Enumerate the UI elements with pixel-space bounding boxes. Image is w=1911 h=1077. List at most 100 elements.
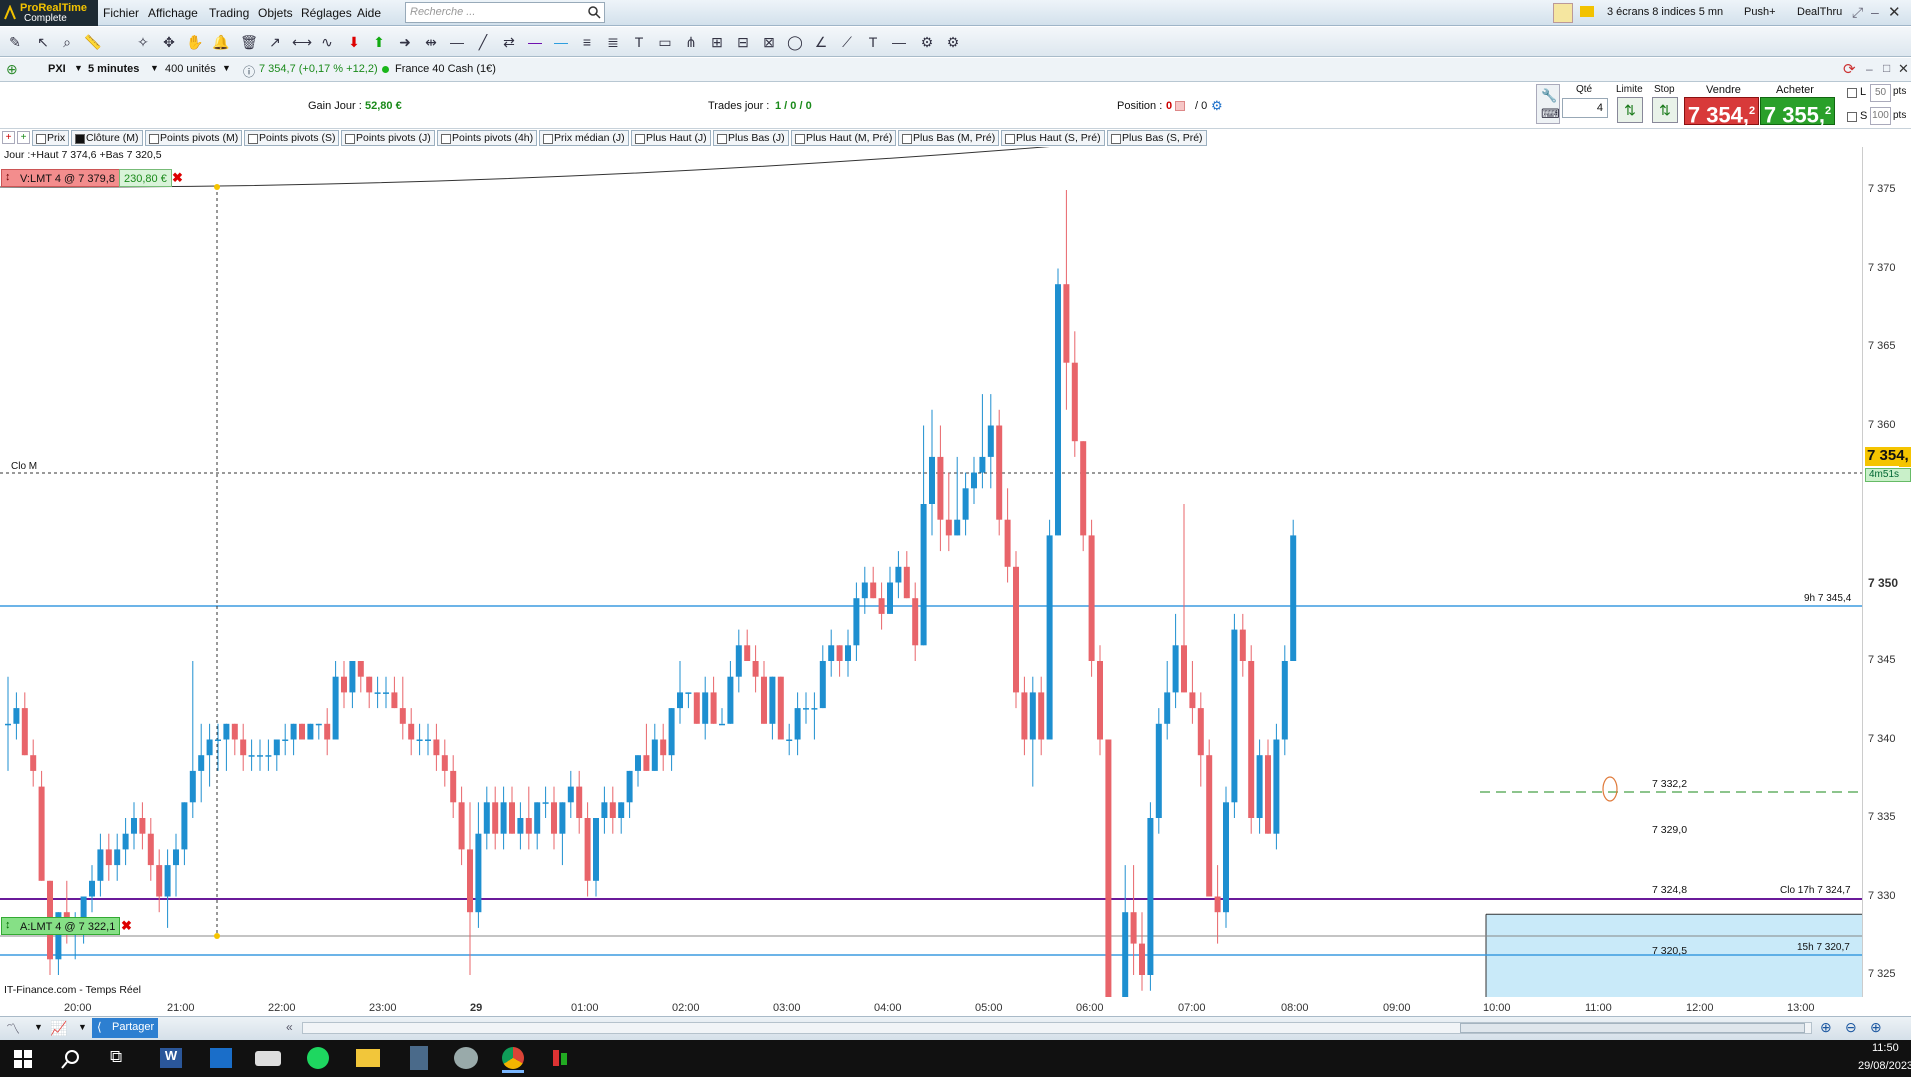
ellipse-icon[interactable]: ◯ — [786, 33, 804, 51]
price-chart[interactable] — [0, 147, 1862, 997]
indicator-icon[interactable]: 〽 — [6, 1019, 20, 1039]
drag-handle-icon[interactable]: ↕ — [5, 919, 11, 931]
l-checkbox[interactable] — [1847, 88, 1857, 98]
segment-icon[interactable]: ⟷ — [292, 33, 312, 51]
menu-reglages[interactable]: Réglages — [301, 6, 352, 20]
minimize-icon[interactable]: – — [1871, 4, 1879, 20]
taskbar-search-icon[interactable] — [61, 1049, 81, 1069]
angle-icon[interactable]: ∠ — [812, 33, 830, 51]
close-chart-icon[interactable]: ✕ — [1898, 61, 1909, 77]
cogs-icon[interactable]: ⚙ — [944, 33, 962, 51]
magic-wand-icon[interactable]: ✧ — [134, 33, 152, 51]
zoom-out-icon[interactable]: ⊖ — [1845, 1019, 1857, 1036]
purple-line-icon[interactable]: — — [526, 33, 544, 51]
position-settings-icon[interactable]: ⚙ — [1211, 98, 1223, 114]
cancel-sell-order-icon[interactable]: ✖ — [172, 170, 183, 186]
right-arrow-icon[interactable]: ➜ — [396, 33, 414, 51]
cancel-buy-order-icon[interactable]: ✖ — [121, 918, 132, 934]
indicator-toggle[interactable]: Plus Haut (S, Pré) — [1001, 130, 1105, 146]
move-icon[interactable]: ✥ — [160, 33, 178, 51]
share-button[interactable]: Partager — [92, 1018, 158, 1038]
s-input[interactable]: 100 — [1870, 107, 1891, 125]
qty-input[interactable]: 4 — [1562, 98, 1608, 118]
restore-icon[interactable]: ⤢ — [1852, 4, 1863, 21]
fib-icon[interactable]: ≡ — [578, 33, 596, 51]
text-icon[interactable]: T — [630, 33, 648, 51]
arrow-icon[interactable]: ↗ — [266, 33, 284, 51]
s-checkbox[interactable] — [1847, 112, 1857, 122]
settings-icon[interactable]: ⚙ — [918, 33, 936, 51]
pitchfork-icon[interactable]: ⋔ — [682, 33, 700, 51]
curve-icon[interactable]: ∿ — [318, 33, 336, 51]
search-icon[interactable] — [587, 5, 601, 19]
chevron-down-icon[interactable]: ▼ — [150, 63, 159, 73]
menu-objets[interactable]: Objets — [258, 6, 293, 20]
hand-icon[interactable]: ✋ — [186, 33, 204, 51]
text2-icon[interactable]: T — [864, 33, 882, 51]
cycle-icon[interactable]: ⊟ — [734, 33, 752, 51]
app-icon[interactable] — [454, 1047, 478, 1069]
search-input[interactable]: Recherche ... — [405, 2, 605, 23]
limit-order-button[interactable]: ⇅ — [1617, 97, 1643, 123]
store-icon[interactable] — [210, 1048, 232, 1068]
indicator-toggle[interactable]: Points pivots (M) — [145, 130, 243, 146]
scrollbar-thumb[interactable] — [1460, 1023, 1805, 1033]
windows-start-icon[interactable] — [14, 1050, 32, 1068]
tools-icon[interactable]: 🔧 — [1541, 88, 1557, 104]
chart-layout-icon[interactable] — [1553, 3, 1573, 23]
l-input[interactable]: 50 — [1870, 84, 1891, 102]
zoom-in-icon[interactable]: ⊕ — [1870, 1019, 1882, 1036]
chevron-down-icon[interactable]: ▼ — [222, 63, 231, 73]
menu-trading[interactable]: Trading — [209, 6, 249, 20]
buy-order-label[interactable]: A:LMT 4 @ 7 322,1 — [1, 917, 121, 935]
close-position-icon[interactable] — [1175, 101, 1185, 111]
task-view-icon[interactable]: ⧉ — [110, 1047, 122, 1067]
chevron-down-icon[interactable]: ▼ — [78, 1022, 87, 1032]
measure-icon[interactable]: ⟋ — [838, 33, 856, 51]
drive-icon[interactable] — [255, 1051, 281, 1066]
menu-aide[interactable]: Aide — [357, 6, 381, 20]
instrument-code[interactable]: PXI — [48, 63, 66, 75]
indicator-toggle[interactable]: Clôture (M) — [71, 130, 143, 146]
blue-line-icon[interactable]: — — [552, 33, 570, 51]
add-indicator-icon[interactable]: + — [2, 131, 15, 144]
fib-time-icon[interactable]: ⊠ — [760, 33, 778, 51]
hline-icon[interactable]: ⇹ — [422, 33, 440, 51]
chart-type-icon[interactable]: 📈 — [50, 1020, 67, 1037]
buy-button[interactable]: 7 355,2 — [1760, 97, 1835, 127]
workspace-selector[interactable]: 3 écrans 8 indices 5 mn — [1607, 6, 1723, 18]
indicator-toggle[interactable]: Points pivots (S) — [244, 130, 340, 146]
close-icon[interactable]: ✕ — [1888, 3, 1901, 21]
drag-handle-icon[interactable]: ↕ — [5, 171, 11, 183]
indicator-toggle[interactable]: Plus Bas (J) — [713, 130, 789, 146]
info-icon[interactable]: ⓘ — [243, 63, 255, 80]
maximize-chart-icon[interactable]: □ — [1883, 61, 1890, 75]
indicator-toggle[interactable]: Plus Haut (J) — [631, 130, 711, 146]
push-button[interactable]: Push+ — [1744, 6, 1776, 18]
zoom-fit-icon[interactable]: ⊕ — [1820, 1019, 1832, 1036]
add-price-icon[interactable]: + — [17, 131, 30, 144]
word-icon[interactable]: W — [160, 1048, 182, 1068]
spotify-icon[interactable] — [307, 1047, 329, 1069]
diag-line-icon[interactable]: ╱ — [474, 33, 492, 51]
pencil-icon[interactable]: ✎ — [6, 33, 24, 51]
fib-fan-icon[interactable]: ≣ — [604, 33, 622, 51]
dash-icon[interactable]: — — [890, 33, 908, 51]
chevron-down-icon[interactable]: ▼ — [34, 1022, 43, 1032]
units-select[interactable]: 400 unités — [165, 63, 216, 75]
indicator-toggle[interactable]: Plus Bas (M, Pré) — [898, 130, 1000, 146]
sell-arrow-icon[interactable]: ⬇ — [345, 33, 363, 51]
message-icon[interactable] — [1580, 6, 1594, 17]
indicator-toggle[interactable]: Prix — [32, 130, 70, 146]
bell-icon[interactable]: 🔔 — [212, 33, 230, 51]
zoom-icon[interactable]: ⌕ — [58, 33, 76, 51]
gann-icon[interactable]: ⊞ — [708, 33, 726, 51]
indicator-toggle[interactable]: Plus Haut (M, Pré) — [791, 130, 897, 146]
indicator-toggle[interactable]: Plus Bas (S, Pré) — [1107, 130, 1207, 146]
explorer-icon[interactable] — [356, 1049, 380, 1067]
sell-button[interactable]: 7 354,2 — [1684, 97, 1759, 127]
channel-icon[interactable]: ⇄ — [500, 33, 518, 51]
prorealtime-taskbar-icon[interactable] — [553, 1050, 559, 1066]
scroll-back-icon[interactable]: « — [286, 1020, 293, 1034]
menu-affichage[interactable]: Affichage — [148, 6, 198, 20]
